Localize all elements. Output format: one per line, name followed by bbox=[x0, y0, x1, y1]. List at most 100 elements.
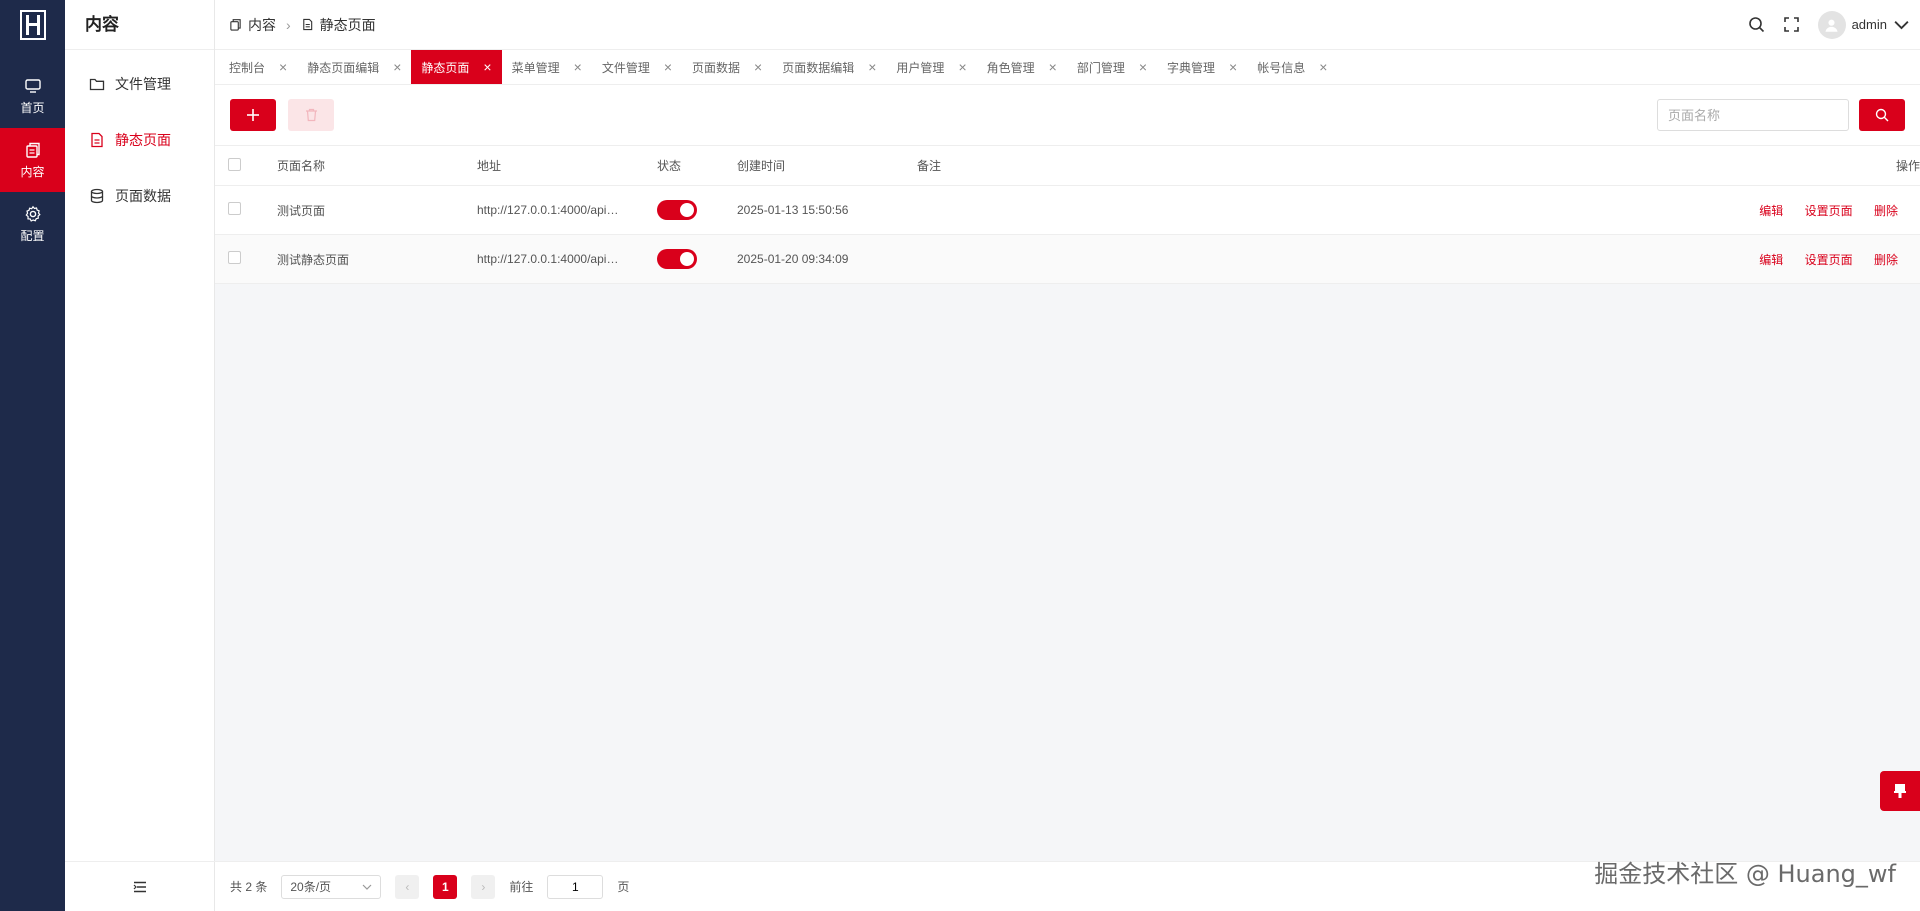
page-number-current[interactable]: 1 bbox=[433, 874, 458, 899]
search-icon bbox=[1875, 108, 1889, 122]
delete-link[interactable]: 删除 bbox=[1874, 253, 1898, 267]
username: admin bbox=[1851, 17, 1887, 32]
nav-rail: 首页 内容 配置 bbox=[0, 0, 65, 911]
add-button[interactable] bbox=[230, 99, 276, 131]
search-button[interactable] bbox=[1859, 99, 1905, 131]
breadcrumb: 内容 › 静态页面 bbox=[215, 15, 376, 35]
tab-label: 页面数据 bbox=[692, 60, 741, 75]
breadcrumb-item[interactable]: 内容 bbox=[248, 15, 276, 35]
tabs-bar: 控制台 × 静态页面编辑 × 静态页面 × 菜单管理 × 文件管理 × 页面数据 × 页面数… bbox=[215, 50, 1920, 85]
next-page-button[interactable]: › bbox=[471, 874, 496, 899]
tab-page-data[interactable]: 页面数据 × bbox=[682, 50, 772, 84]
edit-link[interactable]: 编辑 bbox=[1759, 204, 1783, 218]
table-header-row: 页面名称 地址 状态 创建时间 备注 操作 bbox=[215, 145, 1920, 186]
monitor-icon bbox=[24, 78, 41, 93]
sidebar: 内容 文件管理 静态页面 页面数据 bbox=[65, 0, 215, 911]
column-header-status: 状态 bbox=[657, 145, 737, 186]
tab-menu-management[interactable]: 菜单管理 × bbox=[502, 50, 592, 84]
close-icon[interactable]: × bbox=[868, 59, 876, 75]
document-icon bbox=[91, 132, 103, 148]
database-icon bbox=[90, 188, 104, 204]
goto-page-input[interactable] bbox=[547, 874, 604, 899]
document-icon bbox=[302, 18, 312, 31]
tab-role-management[interactable]: 角色管理 × bbox=[977, 50, 1067, 84]
tab-department-management[interactable]: 部门管理 × bbox=[1067, 50, 1157, 84]
column-header-address: 地址 bbox=[477, 145, 657, 186]
sidebar-item-label: 文件管理 bbox=[115, 76, 171, 92]
avatar bbox=[1817, 10, 1846, 39]
top-header: 内容 › 静态页面 admin bbox=[215, 0, 1920, 50]
sidebar-item-page-data[interactable]: 页面数据 bbox=[65, 168, 214, 224]
row-checkbox[interactable] bbox=[228, 202, 241, 215]
tab-user-management[interactable]: 用户管理 × bbox=[886, 50, 976, 84]
delete-link[interactable]: 删除 bbox=[1874, 204, 1898, 218]
set-page-link[interactable]: 设置页面 bbox=[1805, 253, 1853, 267]
tab-static-page-edit[interactable]: 静态页面编辑 × bbox=[297, 50, 411, 84]
close-icon[interactable]: × bbox=[754, 59, 762, 75]
app-logo[interactable] bbox=[0, 0, 65, 50]
page-suffix: 页 bbox=[617, 880, 630, 894]
tab-label: 用户管理 bbox=[896, 60, 945, 75]
copy-icon bbox=[25, 142, 40, 158]
set-page-link[interactable]: 设置页面 bbox=[1805, 204, 1853, 218]
folder-icon bbox=[89, 78, 105, 91]
fullscreen-icon[interactable] bbox=[1783, 16, 1800, 33]
collapse-sidebar-button[interactable] bbox=[65, 861, 215, 911]
rail-item-config[interactable]: 配置 bbox=[0, 192, 65, 256]
floating-action-button[interactable] bbox=[1880, 771, 1920, 811]
tab-label: 页面数据编辑 bbox=[782, 60, 855, 75]
search-icon[interactable] bbox=[1748, 16, 1765, 33]
user-menu[interactable]: admin bbox=[1817, 10, 1910, 39]
close-icon[interactable]: × bbox=[279, 59, 287, 75]
cell-created: 2025-01-13 15:50:56 bbox=[737, 185, 917, 235]
rail-item-label: 配置 bbox=[20, 228, 45, 243]
tab-label: 角色管理 bbox=[986, 60, 1035, 75]
tab-file-management[interactable]: 文件管理 × bbox=[592, 50, 682, 84]
sidebar-item-label: 静态页面 bbox=[115, 132, 171, 148]
close-icon[interactable]: × bbox=[393, 59, 401, 75]
tab-static-pages[interactable]: 静态页面 × bbox=[411, 50, 502, 84]
column-header-created: 创建时间 bbox=[737, 145, 917, 186]
rail-item-home[interactable]: 首页 bbox=[0, 64, 65, 128]
column-header-remark: 备注 bbox=[917, 145, 1720, 186]
menu-fold-icon bbox=[133, 881, 146, 892]
edit-link[interactable]: 编辑 bbox=[1759, 253, 1783, 267]
cell-name: 测试静态页面 bbox=[277, 234, 477, 284]
close-icon[interactable]: × bbox=[574, 59, 582, 75]
sidebar-item-static-pages[interactable]: 静态页面 bbox=[65, 112, 214, 168]
main-content: 页面名称 地址 状态 创建时间 备注 操作 测试页面 http://127.0.… bbox=[215, 85, 1920, 861]
prev-page-button[interactable]: ‹ bbox=[395, 874, 420, 899]
close-icon[interactable]: × bbox=[1049, 59, 1057, 75]
batch-delete-button[interactable] bbox=[288, 99, 334, 131]
tab-account-info[interactable]: 帐号信息 × bbox=[1247, 50, 1337, 84]
close-icon[interactable]: × bbox=[958, 59, 966, 75]
tab-label: 文件管理 bbox=[601, 60, 650, 75]
close-icon[interactable]: × bbox=[1139, 59, 1147, 75]
sidebar-item-file-management[interactable]: 文件管理 bbox=[65, 56, 214, 112]
goto-label: 前往 bbox=[509, 880, 534, 894]
select-all-checkbox[interactable] bbox=[228, 157, 241, 171]
sidebar-item-label: 页面数据 bbox=[115, 188, 171, 204]
status-toggle[interactable] bbox=[657, 200, 697, 220]
tab-dictionary-management[interactable]: 字典管理 × bbox=[1157, 50, 1247, 84]
close-icon[interactable]: × bbox=[1229, 59, 1237, 75]
close-icon[interactable]: × bbox=[664, 59, 672, 75]
tab-page-data-edit[interactable]: 页面数据编辑 × bbox=[772, 50, 886, 84]
close-icon[interactable]: × bbox=[483, 59, 491, 75]
cell-name: 测试页面 bbox=[277, 185, 477, 235]
page-name-search-input[interactable] bbox=[1657, 99, 1849, 131]
tab-label: 静态页面 bbox=[421, 60, 470, 75]
close-icon[interactable]: × bbox=[1319, 59, 1327, 75]
tab-label: 帐号信息 bbox=[1257, 60, 1306, 75]
rail-item-content[interactable]: 内容 bbox=[0, 128, 65, 192]
tab-label: 菜单管理 bbox=[511, 60, 560, 75]
rail-item-label: 内容 bbox=[20, 164, 45, 179]
page-size-value: 20条/页 bbox=[290, 880, 332, 894]
cell-created: 2025-01-20 09:34:09 bbox=[737, 234, 917, 284]
status-toggle[interactable] bbox=[657, 249, 697, 269]
row-checkbox[interactable] bbox=[228, 251, 241, 264]
tab-dashboard[interactable]: 控制台 × bbox=[219, 50, 297, 84]
plus-icon bbox=[247, 109, 259, 121]
page-size-select[interactable]: 20条/页 bbox=[281, 874, 382, 899]
column-header-actions: 操作 bbox=[1720, 145, 1920, 186]
